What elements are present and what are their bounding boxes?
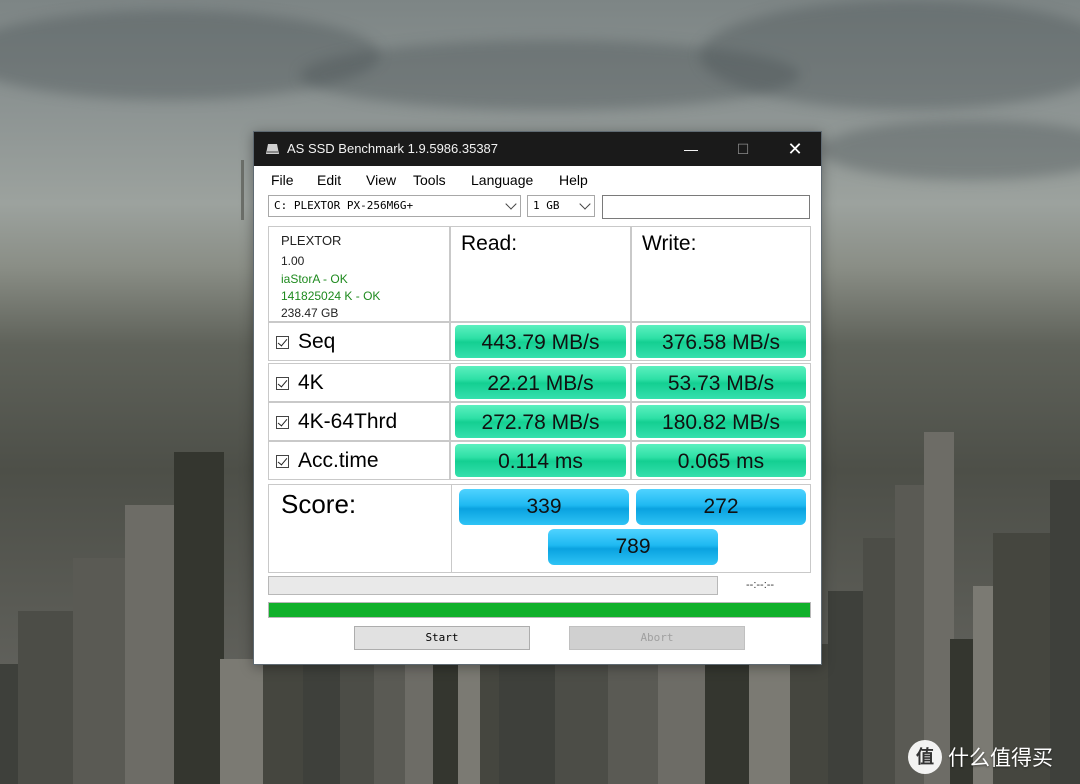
benchmark-window: AS SSD Benchmark 1.9.5986.35387 — ☐ ✕ Fi… — [253, 131, 822, 665]
row-4k: 4K — [268, 363, 450, 402]
result-value: 376.58 MB/s — [636, 325, 806, 358]
overall-progress-bar — [268, 602, 811, 618]
menu-bar: File Edit View Tools Language Help — [271, 172, 599, 190]
row-label: Seq — [298, 330, 336, 353]
menu-file[interactable]: File — [271, 172, 317, 190]
read-score: 339 — [459, 489, 629, 525]
total-score: 789 — [548, 529, 718, 565]
window-title: AS SSD Benchmark 1.9.5986.35387 — [287, 141, 499, 156]
building — [18, 611, 77, 784]
chevron-down-icon — [505, 198, 517, 210]
result-value: 180.82 MB/s — [636, 405, 806, 438]
result-value: 22.21 MB/s — [455, 366, 626, 399]
maximize-button[interactable]: ☐ — [720, 132, 766, 166]
status-text-field[interactable] — [602, 195, 810, 219]
building — [220, 659, 267, 784]
seq-read-cell: 443.79 MB/s — [450, 322, 631, 361]
4k-checkbox[interactable] — [276, 377, 289, 390]
row-seq: Seq — [268, 322, 450, 361]
driver-status: iaStorA - OK — [281, 272, 348, 286]
row-label: 4K-64Thrd — [298, 410, 398, 433]
write-score: 272 — [636, 489, 806, 525]
4k-write-cell: 53.73 MB/s — [631, 363, 811, 402]
building — [555, 649, 612, 784]
drive-info-panel: PLEXTOR 1.00 iaStorA - OK 141825024 K - … — [268, 226, 450, 322]
minimize-button[interactable]: — — [668, 132, 714, 166]
result-value: 0.114 ms — [455, 444, 626, 477]
test-size-value: 1 GB — [533, 199, 560, 212]
watermark: 值 什么值得买 — [908, 740, 1053, 774]
4k-64thrd-read-cell: 272.78 MB/s — [450, 402, 631, 441]
app-drive-icon — [266, 144, 279, 154]
drive-capacity: 238.47 GB — [281, 306, 339, 320]
row-4k-64thrd: 4K-64Thrd — [268, 402, 450, 441]
building — [863, 538, 899, 784]
menu-tools[interactable]: Tools — [413, 172, 471, 190]
building — [125, 505, 178, 784]
score-divider — [451, 485, 452, 572]
result-value: 0.065 ms — [636, 444, 806, 477]
row-acc-time: Acc.time — [268, 441, 450, 480]
building — [1050, 480, 1080, 784]
4k-64thrd-checkbox[interactable] — [276, 416, 289, 429]
menu-edit[interactable]: Edit — [317, 172, 366, 190]
title-bar[interactable]: AS SSD Benchmark 1.9.5986.35387 — ☐ ✕ — [254, 132, 821, 166]
write-header-label: Write: — [642, 232, 697, 255]
score-label: Score: — [281, 489, 357, 519]
acc-time-checkbox[interactable] — [276, 455, 289, 468]
building — [73, 558, 129, 784]
start-button[interactable]: Start — [354, 626, 530, 650]
4k-64thrd-write-cell: 180.82 MB/s — [631, 402, 811, 441]
4k-read-cell: 22.21 MB/s — [450, 363, 631, 402]
drive-model: PLEXTOR — [281, 233, 342, 248]
abort-button[interactable]: Abort — [569, 626, 745, 650]
drive-select-value: C: PLEXTOR PX-256M6G+ — [274, 199, 414, 212]
write-column-header: Write: — [631, 226, 811, 322]
building — [174, 452, 224, 784]
seq-checkbox[interactable] — [276, 336, 289, 349]
watermark-logo-icon: 值 — [908, 740, 942, 774]
watermark-text: 什么值得买 — [948, 746, 1053, 770]
menu-view[interactable]: View — [366, 172, 413, 190]
drive-select[interactable]: C: PLEXTOR PX-256M6G+ — [268, 195, 521, 217]
result-value: 443.79 MB/s — [455, 325, 626, 358]
row-label: 4K — [298, 371, 324, 394]
test-progress-bar — [268, 576, 718, 595]
alignment-status: 141825024 K - OK — [281, 289, 381, 303]
result-value: 53.73 MB/s — [636, 366, 806, 399]
building — [790, 644, 832, 784]
elapsed-time: --:--:-- — [746, 579, 775, 591]
acc-time-write-cell: 0.065 ms — [631, 441, 811, 480]
score-panel: Score: 339 272 789 — [268, 484, 811, 573]
seq-write-cell: 376.58 MB/s — [631, 322, 811, 361]
chevron-down-icon — [579, 198, 591, 210]
drive-firmware: 1.00 — [281, 254, 305, 268]
menu-language[interactable]: Language — [471, 172, 559, 190]
row-label: Acc.time — [298, 449, 379, 472]
test-size-select[interactable]: 1 GB — [527, 195, 595, 217]
close-button[interactable]: ✕ — [772, 132, 818, 166]
result-value: 272.78 MB/s — [455, 405, 626, 438]
acc-time-read-cell: 0.114 ms — [450, 441, 631, 480]
read-column-header: Read: — [450, 226, 631, 322]
menu-help[interactable]: Help — [559, 172, 599, 190]
overall-progress-fill — [269, 603, 810, 617]
building — [828, 591, 867, 784]
read-header-label: Read: — [461, 232, 518, 255]
